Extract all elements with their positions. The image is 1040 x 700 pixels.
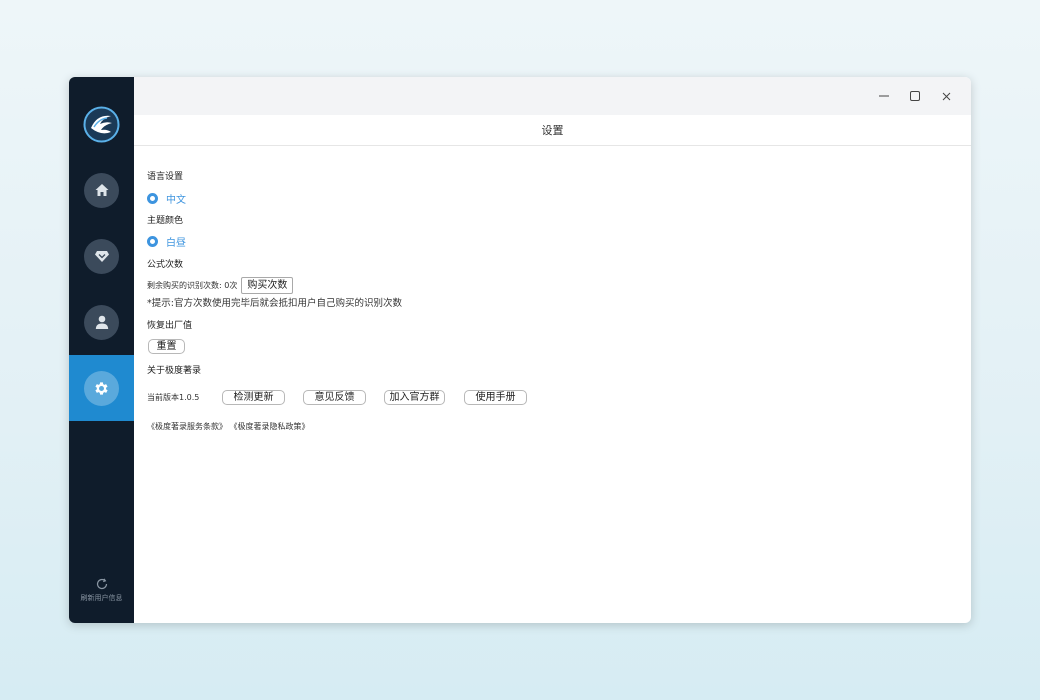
maximize-button[interactable] [907,88,923,104]
refresh-icon [96,578,107,590]
formula-tip: *提示:官方次数使用完毕后就会抵扣用户自己购买的识别次数 [147,298,402,309]
theme-option-label: 白昼 [166,238,186,249]
refresh-label: 刷新用户信息 [80,594,123,602]
sidebar-item-user[interactable] [69,289,134,355]
formula-section-title: 公式次数 [147,260,184,270]
close-icon [942,92,950,100]
reset-button[interactable]: 重置 [148,339,185,354]
about-section-title: 关于极度著录 [147,366,202,376]
remaining-count-label: 剩余购买的识别次数: 0次 [147,281,238,290]
maximize-icon [910,91,920,101]
gear-icon [84,370,119,406]
sidebar-item-settings[interactable] [69,355,134,421]
theme-radio-day[interactable]: 白昼 [147,234,186,249]
sidebar-item-gem[interactable] [69,223,134,289]
page-title: 设置 [134,115,971,146]
refresh-user-info-button[interactable]: 刷新用户信息 [69,577,134,603]
theme-section-title: 主题颜色 [147,216,184,226]
sidebar: 刷新用户信息 [69,77,134,623]
language-section-title: 语言设置 [147,172,184,182]
join-group-button[interactable]: 加入官方群 [384,390,445,405]
title-bar [134,77,971,115]
sidebar-item-home[interactable] [69,157,134,223]
check-update-button[interactable]: 检测更新 [222,390,285,405]
feedback-button[interactable]: 意见反馈 [303,390,366,405]
minimize-button[interactable] [876,88,892,104]
version-label: 当前版本1.0.5 [147,393,200,402]
minimize-icon [879,95,889,97]
home-icon [84,172,119,208]
buy-count-button[interactable]: 购买次数 [241,277,294,294]
language-radio-chinese[interactable]: 中文 [147,191,186,206]
user-manual-button[interactable]: 使用手册 [464,390,527,405]
language-option-label: 中文 [166,195,186,206]
radio-selected-icon [147,236,158,247]
user-icon [84,304,119,340]
close-button[interactable] [938,88,954,104]
app-logo [83,106,120,143]
privacy-link[interactable]: 《极度著录隐私政策》 [230,422,310,431]
policy-links: 《极度著录服务条款》 《极度著录隐私政策》 [147,421,310,432]
reset-section-title: 恢复出厂值 [147,321,193,331]
app-window: 刷新用户信息 设置 语言设置 中文 主题颜色 白昼 公式次数 剩余购买的识别次数… [69,77,971,623]
main-panel: 设置 语言设置 中文 主题颜色 白昼 公式次数 剩余购买的识别次数: 0次 购买… [134,77,971,623]
remaining-count-row: 剩余购买的识别次数: 0次 购买次数 [147,277,294,294]
radio-selected-icon [147,193,158,204]
terms-link[interactable]: 《极度著录服务条款》 [147,422,227,431]
gem-icon [84,238,119,274]
